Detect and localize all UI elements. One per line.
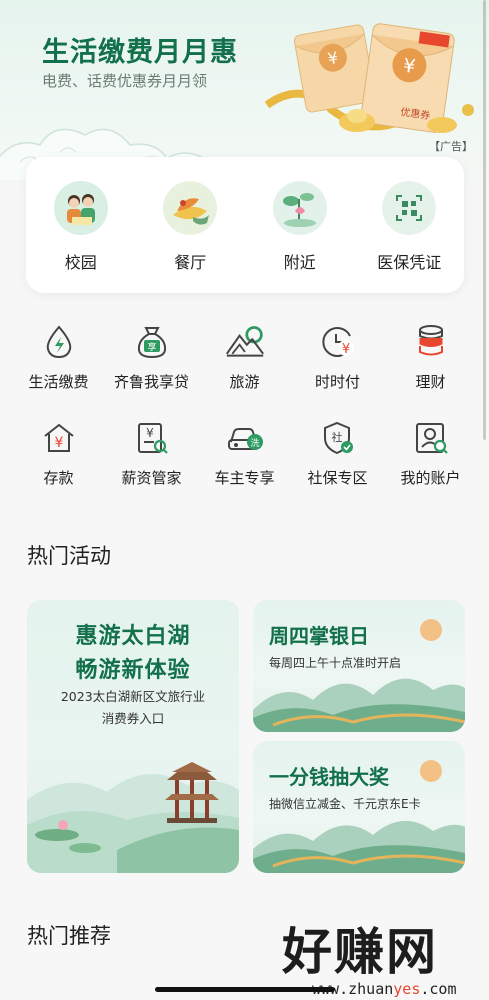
quick-entry-restaurant[interactable]: 餐厅 bbox=[140, 181, 240, 293]
service-travel[interactable]: 旅游 bbox=[198, 322, 291, 392]
quick-entry-label: 医保凭证 bbox=[377, 253, 442, 272]
clock-yuan-icon: ¥ bbox=[318, 322, 358, 362]
red-envelope-icon: ¥ ¥ 优惠券 bbox=[264, 23, 474, 133]
quick-entry-nearby[interactable]: 附近 bbox=[250, 181, 350, 293]
service-life-payment[interactable]: 生活缴费 bbox=[12, 322, 105, 392]
quick-entry-card: 校园 餐厅 附近 医保凭证 bbox=[26, 157, 464, 293]
account-search-icon bbox=[411, 418, 451, 458]
water-drop-bolt-icon bbox=[39, 322, 79, 362]
quick-entry-campus[interactable]: 校园 bbox=[31, 181, 131, 293]
glyph: 洗 bbox=[250, 437, 259, 449]
service-label: 生活缴费 bbox=[28, 373, 89, 391]
qrcode-icon bbox=[382, 181, 437, 235]
service-social-security[interactable]: 社 社保专区 bbox=[291, 418, 384, 488]
watermark-text: 好赚网 bbox=[282, 923, 438, 981]
restaurant-icon bbox=[163, 181, 218, 235]
shield-social-icon: 社 bbox=[318, 418, 358, 458]
money-bag-icon: 享 bbox=[132, 322, 172, 362]
scrollbar[interactable] bbox=[483, 0, 486, 440]
service-label: 社保专区 bbox=[307, 469, 368, 487]
quick-entry-label: 校园 bbox=[64, 253, 97, 272]
service-label: 理财 bbox=[415, 373, 446, 391]
glyph: 社 bbox=[331, 430, 342, 444]
glyph: ¥ bbox=[146, 426, 154, 440]
activity-title: 畅游新体验 bbox=[75, 658, 191, 683]
activity-title: 惠游太白湖 bbox=[75, 624, 191, 649]
service-label: 旅游 bbox=[229, 373, 260, 391]
salary-document-icon: ¥ bbox=[132, 418, 172, 458]
service-grid: 生活缴费 享 齐鲁我享贷 旅游 ¥ 时时付 理财 ¥ 存款 ¥ 薪资管家 洗 车… bbox=[12, 322, 477, 488]
activity-subtitle: 2023太白湖新区文旅行业 bbox=[60, 689, 206, 704]
service-car-owner[interactable]: 洗 车主专享 bbox=[198, 418, 291, 488]
service-label: 时时付 bbox=[314, 373, 360, 391]
watermark: 好赚网 www.zhuanyes.com bbox=[282, 912, 457, 998]
activity-card-lottery[interactable]: 一分钱抽大奖 抽微信立减金、千元京东E卡 bbox=[253, 741, 465, 873]
students-icon bbox=[53, 181, 108, 235]
banner-title: 生活缴费月月惠 bbox=[42, 37, 238, 68]
house-yuan-icon: ¥ bbox=[39, 418, 79, 458]
glyph: ¥ bbox=[54, 435, 63, 451]
glyph: 享 bbox=[147, 341, 156, 353]
quick-entry-label: 餐厅 bbox=[174, 253, 207, 272]
ad-tag: 【广告】 bbox=[429, 140, 473, 153]
service-salary[interactable]: ¥ 薪资管家 bbox=[105, 418, 198, 488]
section-title-hot-recommend: 热门推荐 bbox=[27, 924, 111, 948]
service-my-account[interactable]: 我的账户 bbox=[384, 418, 477, 488]
pavilion-landscape-image bbox=[27, 762, 239, 873]
service-label: 车主专享 bbox=[214, 469, 275, 487]
quick-entry-medical-insurance[interactable]: 医保凭证 bbox=[359, 181, 459, 293]
service-instant-pay[interactable]: ¥ 时时付 bbox=[291, 322, 384, 392]
home-indicator[interactable] bbox=[155, 987, 335, 992]
service-label: 存款 bbox=[43, 469, 74, 487]
activity-subtitle: 消费券入口 bbox=[101, 711, 165, 726]
quick-entry-label: 附近 bbox=[283, 253, 316, 272]
service-label: 齐鲁我享贷 bbox=[113, 373, 189, 391]
landscape-image bbox=[253, 760, 465, 873]
car-wash-icon: 洗 bbox=[225, 418, 265, 458]
glyph: ¥ bbox=[341, 342, 349, 357]
coin-stack-icon bbox=[411, 322, 451, 362]
service-deposit[interactable]: ¥ 存款 bbox=[12, 418, 105, 488]
landscape-image bbox=[253, 619, 465, 732]
service-wealth[interactable]: 理财 bbox=[384, 322, 477, 392]
mountain-icon bbox=[225, 322, 265, 362]
activity-card-taibai-lake[interactable]: 惠游太白湖 畅游新体验 2023太白湖新区文旅行业 消费券入口 bbox=[27, 600, 239, 873]
banner-subtitle: 电费、话费优惠券月月领 bbox=[42, 72, 208, 90]
activity-card-thursday[interactable]: 周四掌银日 每周四上午十点准时开启 bbox=[253, 600, 465, 732]
nearby-icon bbox=[272, 181, 327, 235]
section-title-hot-activities: 热门活动 bbox=[27, 544, 111, 568]
service-label: 薪资管家 bbox=[121, 469, 182, 487]
service-label: 我的账户 bbox=[400, 469, 461, 487]
service-loan[interactable]: 享 齐鲁我享贷 bbox=[105, 322, 198, 392]
